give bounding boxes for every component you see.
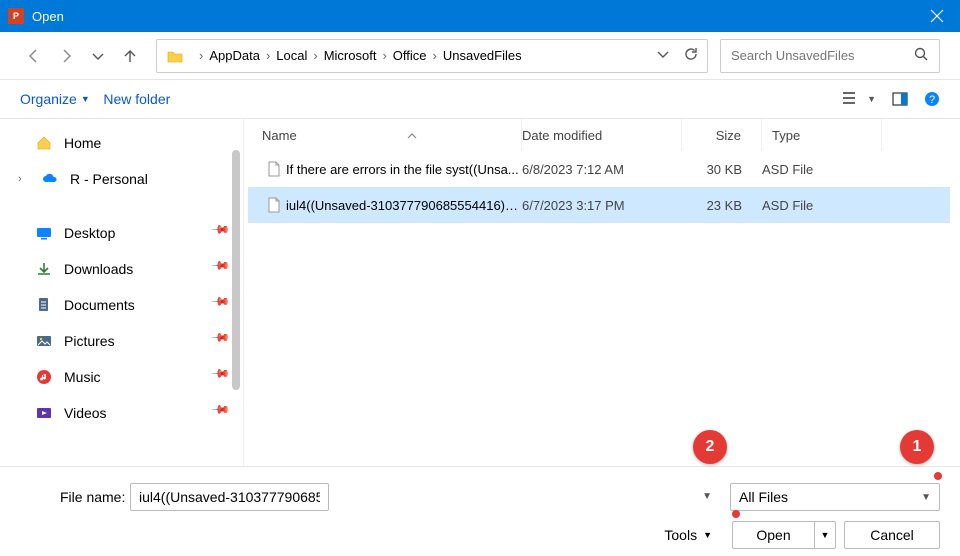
file-name-chevron-icon[interactable]: ▼ (702, 491, 712, 502)
sort-chevron-icon (407, 128, 417, 143)
videos-icon (34, 405, 54, 421)
crumb-appdata[interactable]: AppData (209, 48, 260, 63)
window-title: Open (32, 9, 64, 24)
crumb-unsavedfiles[interactable]: UnsavedFiles (443, 48, 522, 63)
file-row[interactable]: iul4((Unsaved-310377790685554416)).... 6… (248, 187, 950, 223)
nav-downloads[interactable]: Downloads 📌 (0, 251, 243, 287)
crumb-local[interactable]: Local (276, 48, 307, 63)
home-icon (34, 135, 54, 151)
expand-chevron-icon[interactable]: › (18, 173, 22, 185)
annotation-callout-1: 1 (900, 430, 934, 464)
chevron-down-icon: ▼ (921, 492, 931, 503)
navigation-bar: ›AppData ›Local ›Microsoft ›Office ›Unsa… (0, 32, 960, 80)
file-name: If there are errors in the file syst((Un… (286, 162, 522, 177)
file-size: 30 KB (682, 162, 762, 177)
annotation-callout-2: 2 (693, 430, 727, 464)
file-name: iul4((Unsaved-310377790685554416)).... (286, 198, 522, 213)
music-icon (34, 369, 54, 385)
nav-music[interactable]: Music 📌 (0, 359, 243, 395)
nav-home[interactable]: Home (0, 125, 243, 161)
open-button[interactable]: Open (732, 521, 814, 549)
history-chevron[interactable] (84, 42, 112, 70)
tools-menu[interactable]: Tools▼ (664, 527, 712, 543)
file-size: 23 KB (682, 198, 762, 213)
nav-desktop[interactable]: Desktop 📌 (0, 215, 243, 251)
new-folder-button[interactable]: New folder (103, 91, 170, 107)
onedrive-icon (40, 171, 60, 187)
file-date: 6/8/2023 7:12 AM (522, 162, 682, 177)
nav-videos[interactable]: Videos 📌 (0, 395, 243, 431)
open-dropdown-button[interactable]: ▼ (814, 521, 836, 549)
forward-button[interactable] (52, 42, 80, 70)
powerpoint-app-icon: P (8, 8, 24, 24)
nav-personal[interactable]: › R - Personal (0, 161, 243, 197)
col-header-size[interactable]: Size (682, 119, 762, 151)
documents-icon (34, 297, 54, 313)
file-type: ASD File (762, 162, 882, 177)
view-menu-icon[interactable]: ▼ (843, 91, 876, 107)
crumb-office[interactable]: Office (393, 48, 427, 63)
nav-documents[interactable]: Documents 📌 (0, 287, 243, 323)
navigation-pane: Home › R - Personal Desktop 📌 Downloads … (0, 119, 244, 466)
svg-text:?: ? (929, 94, 935, 106)
file-name-label: File name: (60, 489, 125, 505)
desktop-icon (34, 225, 54, 241)
file-icon (262, 197, 286, 213)
pictures-icon (34, 333, 54, 349)
col-header-name[interactable]: Name (262, 128, 297, 143)
preview-pane-icon[interactable] (892, 91, 908, 107)
refresh-button[interactable] (683, 46, 699, 65)
file-list-header[interactable]: Name Date modified Size Type (244, 119, 960, 151)
crumb-microsoft[interactable]: Microsoft (324, 48, 377, 63)
search-input[interactable] (731, 48, 913, 63)
file-date: 6/7/2023 3:17 PM (522, 198, 682, 213)
address-bar[interactable]: ›AppData ›Local ›Microsoft ›Office ›Unsa… (156, 39, 708, 73)
col-header-date[interactable]: Date modified (522, 119, 682, 151)
annotation-dot-1 (934, 472, 942, 480)
file-type-filter-label: All Files (739, 489, 788, 505)
title-bar: P Open (0, 0, 960, 32)
search-icon[interactable] (913, 46, 929, 65)
close-button[interactable] (914, 0, 960, 32)
toolbar: Organize ▼ New folder ▼ ? (0, 80, 960, 118)
annotation-dot-2 (732, 510, 740, 518)
cancel-button[interactable]: Cancel (844, 521, 940, 549)
file-row[interactable]: If there are errors in the file syst((Un… (248, 151, 950, 187)
main-split: Home › R - Personal Desktop 📌 Downloads … (0, 118, 960, 466)
search-box[interactable] (720, 39, 940, 73)
bottom-panel: File name: ▼ All Files ▼ Tools▼ Open ▼ C… (0, 466, 960, 556)
file-icon (262, 161, 286, 177)
up-button[interactable] (116, 42, 144, 70)
file-type-filter[interactable]: All Files ▼ (730, 483, 940, 511)
file-name-input[interactable] (130, 483, 329, 511)
address-chevron-icon[interactable] (655, 46, 671, 65)
file-list-pane: Name Date modified Size Type If there ar… (244, 119, 960, 466)
organize-menu[interactable]: Organize ▼ (20, 91, 90, 107)
nav-pictures[interactable]: Pictures 📌 (0, 323, 243, 359)
pin-icon: 📌 (211, 399, 239, 427)
file-type: ASD File (762, 198, 882, 213)
back-button[interactable] (20, 42, 48, 70)
folder-icon (165, 46, 185, 66)
downloads-icon (34, 261, 54, 277)
col-header-type[interactable]: Type (762, 119, 882, 151)
help-icon[interactable]: ? (924, 91, 940, 107)
